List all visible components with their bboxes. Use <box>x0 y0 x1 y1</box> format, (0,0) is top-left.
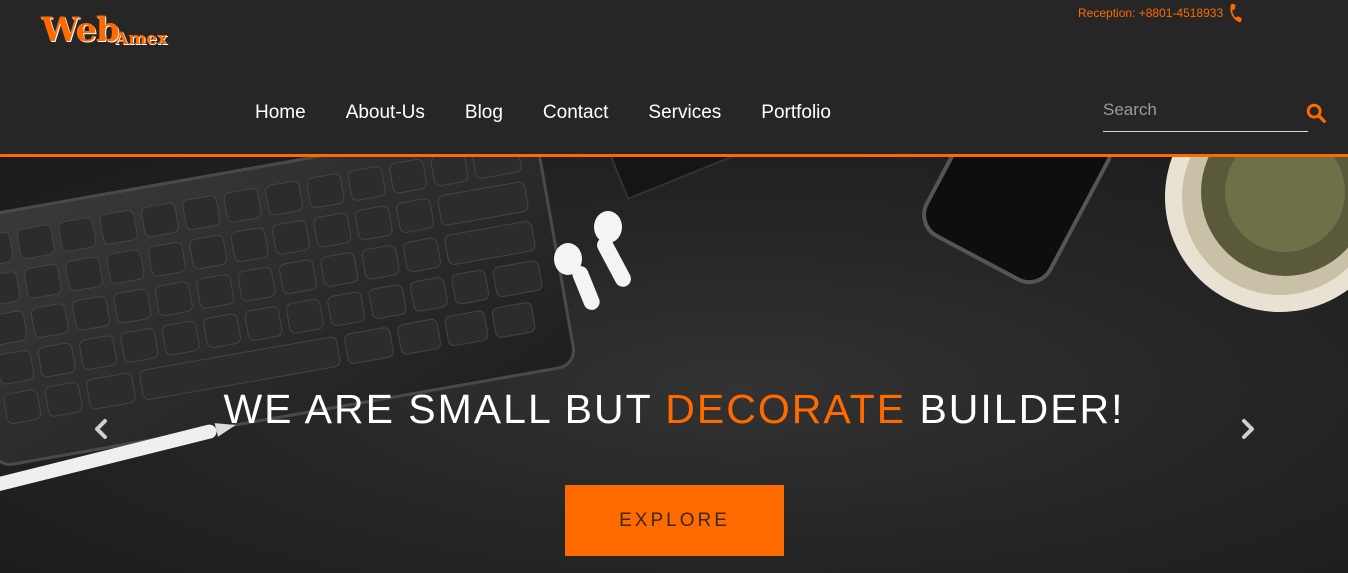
nav-item-blog[interactable]: Blog <box>465 100 503 126</box>
nav-item-home[interactable]: Home <box>255 100 306 126</box>
chevron-right-icon[interactable] <box>1238 417 1258 441</box>
search-input[interactable] <box>1103 94 1293 124</box>
search-icon[interactable] <box>1305 102 1327 124</box>
hero-slider: WE ARE SMALL BUT DECORATE BUILDER! EXPLO… <box>0 157 1348 573</box>
phone-icon <box>1230 3 1242 23</box>
nav-item-about-us[interactable]: About-Us <box>346 100 425 126</box>
nav-item-portfolio[interactable]: Portfolio <box>761 100 831 126</box>
reception-contact[interactable]: Reception: +8801-4518933 <box>1078 2 1246 24</box>
hero-title: WE ARE SMALL BUT DECORATE BUILDER! <box>0 384 1348 434</box>
logo-primary-text: Web <box>41 10 120 50</box>
nav-item-services[interactable]: Services <box>648 100 721 126</box>
hero-title-accent: DECORATE <box>665 386 907 432</box>
search-box <box>1103 94 1308 132</box>
hero-title-tail: BUILDER! <box>906 386 1125 432</box>
site-header: Web Amex Reception: +8801-4518933 Home A… <box>0 0 1348 154</box>
chevron-left-icon[interactable] <box>91 417 111 441</box>
nav-item-contact[interactable]: Contact <box>543 100 608 126</box>
logo-secondary-text: Amex <box>115 29 168 49</box>
reception-text: Reception: +8801-4518933 <box>1078 6 1224 20</box>
explore-button[interactable]: EXPLORE <box>565 485 784 556</box>
main-nav: Home About-Us Blog Contact Services Port… <box>255 100 871 126</box>
logo[interactable]: Web Amex <box>41 10 191 54</box>
hero-title-lead: WE ARE SMALL BUT <box>223 386 666 432</box>
